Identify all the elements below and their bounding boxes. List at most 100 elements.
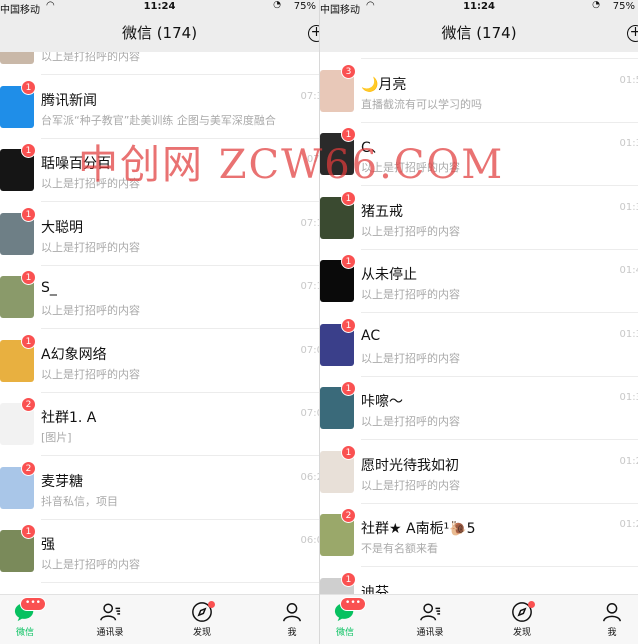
chat-preview: [图片] [41,431,72,444]
chat-row[interactable]: 2 麦芽糖抖音私信，项目 06:2 [0,457,319,520]
chat-row[interactable]: 1 愿时光待我如初以上是打招呼的内容 01:2 [320,441,638,504]
unread-badge: 3 [341,63,356,79]
chat-preview: 以上是打招呼的内容 [361,351,460,365]
nav-bar: 微信 (174) + [320,14,638,52]
chat-time: 07:1 [300,281,319,292]
chat-name: 社群★ A南栀¹🐌5 [361,521,476,537]
chat-row[interactable]: 1 聒噪百分百以上是打招呼的内容 07: [0,139,319,202]
chat-list: 以上是打招呼的内容 1 腾讯新闻 台军派“种子教官”赴美训练 企图与美军深度融合 07:… [0,52,319,594]
chat-name: 猪五戒 [361,203,403,220]
chat-name: S_ [41,280,57,296]
contacts-icon [99,601,121,623]
chat-row[interactable]: 3 🌙月亮直播截流有可以学习的吗 01:5 [320,60,638,123]
unread-badge: 1 [21,270,36,285]
tab-label: 发现 [512,628,531,638]
row-divider [41,582,319,583]
chat-time: 07:1 [300,217,319,229]
unread-badge: 1 [341,190,356,206]
tab-label: 我 [287,628,297,638]
chat-preview: 抖音私信，项目 [41,494,118,508]
chat-row[interactable]: 1 腾讯新闻台军派“种子教官”赴美训练 企图与美军深度融合 07:3 [0,76,319,139]
chat-preview: 以上是打招呼的内容 [361,415,460,428]
chat-name: A幻象网络 [41,346,107,363]
plus-circle-icon[interactable]: + [308,25,319,42]
unread-badge: 1 [21,524,36,539]
chat-row[interactable]: 1 从未停止以上是打招呼的内容 01:4 [320,250,638,313]
chat-time: 01:3 [619,392,638,403]
tab-contacts[interactable]: 通讯录 [80,601,140,638]
rotation-lock-icon: ◔ [273,0,281,10]
chat-row[interactable]: 2 社群1. A [图片] 07:0 [0,393,319,456]
tab-me[interactable]: 我 [582,601,638,638]
plus-circle-icon[interactable]: + [627,25,638,42]
chat-row[interactable]: 1 迪芬 [320,568,638,595]
chat-name: 聒噪百分百 [41,156,111,172]
contacts-icon [419,601,441,623]
chat-row[interactable]: 2 社群★ A南栀¹🐌5 不是有名额来看 01:2 [320,504,638,567]
chat-list: 3🌙月亮直播截流有可以学习的吗01:51C、以上是打招呼的内容01:31猪五戒以… [320,52,638,594]
chat-preview: 直播截流有可以学习的吗 [361,97,482,111]
chat-name: C、 [361,140,385,156]
chat-time: 07:3 [300,90,319,102]
tab-discover[interactable]: 发现 [492,601,552,638]
unread-badge: 1 [341,127,356,142]
chat-row[interactable]: 1 大聪明以上是打招呼的内容 07:1 [0,203,319,266]
unread-badge: 1 [341,381,356,396]
chat-time: 01:3 [619,201,638,213]
chat-name: 社群1. A [41,410,97,426]
unread-badge: 2 [21,460,36,476]
tab-chats[interactable]: 微信 ••• [320,597,375,638]
left-screen: 中国移动 ◠ 11:24 ◔ 75% 微信 (174) + 以上是打招呼的内容 1… [0,0,319,644]
tab-discover[interactable]: 发现 [172,601,232,638]
chat-row[interactable]: 1 C、以上是打招呼的内容 01:3 [320,123,638,186]
unread-badge: 2 [341,508,356,523]
rotation-lock-icon: ◔ [592,0,600,10]
tab-label: 我 [607,628,617,638]
chat-preview: 以上是打招呼的内容 [41,367,140,381]
nav-bar: 微信 (174) + [0,14,319,52]
chat-row[interactable]: 1 S_ 以上是打招呼的内容 07:1 [0,266,319,329]
chat-name: AC [361,327,381,344]
chat-preview: 以上是打招呼的内容 [41,52,140,63]
chat-preview: 不是有名额来看 [361,542,438,555]
unread-badge: 1 [21,333,36,349]
tab-chats[interactable]: 微信 ••• [0,597,55,638]
chat-row[interactable]: 1 咔嚓～ 以上是打招呼的内容 01:3 [320,377,638,440]
chat-preview: 以上是打招呼的内容 [41,240,140,254]
chat-preview: 以上是打招呼的内容 [361,161,460,174]
chat-preview: 以上是打招呼的内容 [361,224,460,238]
tab-contacts[interactable]: 通讯录 [400,601,460,638]
unread-badge: 2 [21,397,36,412]
unread-badge: 1 [21,206,36,222]
tab-bar: 微信 ••• 通讯录 发现 我 [320,594,638,644]
chat-time: 01:5 [619,74,638,86]
new-dot [208,601,215,608]
unread-badge: 1 [21,79,36,95]
chat-time: 07:0 [300,344,319,356]
clock: 11:24 [463,1,495,12]
chat-row[interactable] [320,52,638,59]
unread-badge: 1 [21,143,36,158]
chat-row[interactable]: 1 A幻象网络以上是打招呼的内容 07:0 [0,330,319,393]
clock: 11:24 [143,1,176,12]
tab-label: 微信 [335,628,354,638]
chat-row[interactable]: 1强以上是打招呼的内容 06:0 [0,520,319,583]
chat-time: 01:2 [619,519,638,530]
chat-time: 01:3 [619,138,638,149]
chat-preview: 以上是打招呼的内容 [361,288,460,301]
battery-percent: 75% [612,1,635,12]
chat-row[interactable]: 1 AC 以上是打招呼的内容 01:3 [320,314,638,377]
avatar [0,52,34,64]
chat-name: 迪芬 [361,584,389,595]
chat-name: 强 [41,537,55,553]
chat-preview: 以上是打招呼的内容 [361,478,460,492]
new-dot [528,601,535,608]
chat-time: 01:3 [619,328,638,340]
chat-time: 01:4 [619,265,638,276]
chat-preview: 以上是打招呼的内容 [41,304,140,317]
chat-row[interactable]: 1 猪五戒以上是打招呼的内容 01:3 [320,187,638,250]
tab-label: 通讯录 [96,628,124,638]
tab-me[interactable]: 我 [262,601,319,638]
chat-time: 07:0 [300,408,319,419]
chat-row[interactable]: 以上是打招呼的内容 [0,52,319,75]
